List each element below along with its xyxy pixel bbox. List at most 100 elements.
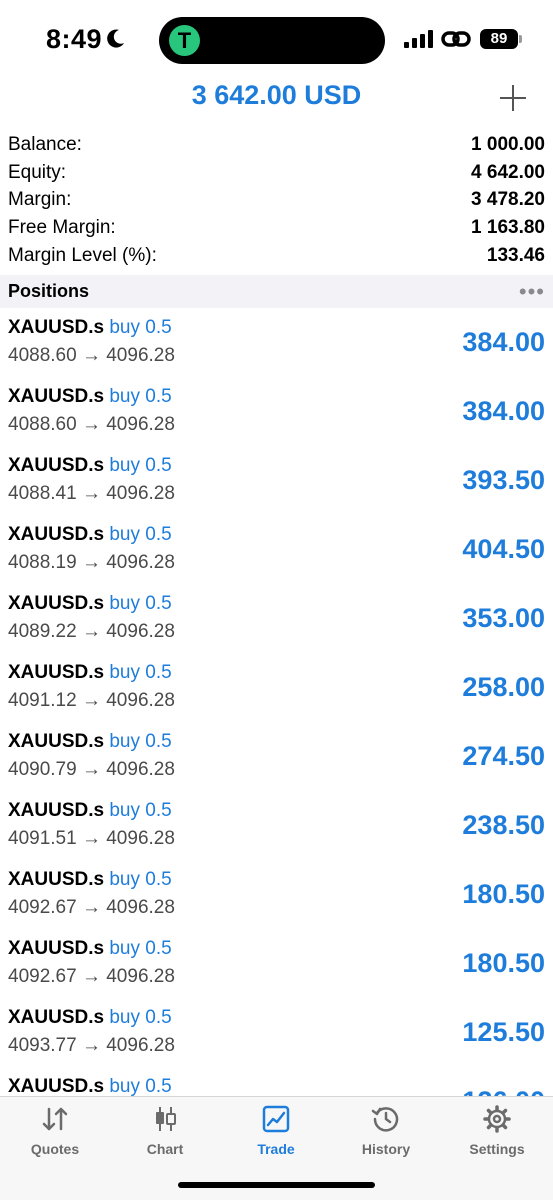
position-prices: 4092.67 → 4096.28 — [8, 897, 175, 918]
cellular-signal-icon — [404, 30, 433, 48]
position-title: XAUUSD.s buy 0.5 — [8, 800, 172, 822]
position-side: buy 0.5 — [109, 800, 172, 821]
position-prices: 4088.60 → 4096.28 — [8, 414, 175, 435]
position-side: buy 0.5 — [109, 386, 172, 407]
position-row[interactable]: XAUUSD.s buy 0.5 4088.19 → 4096.28 404.5… — [0, 515, 553, 584]
status-time: 8:49 — [46, 24, 103, 54]
position-side: buy 0.5 — [109, 938, 172, 959]
position-row[interactable]: XAUUSD.s buy 0.5 4092.67 → 4096.28 180.5… — [0, 860, 553, 929]
position-prices: 4091.12 → 4096.28 — [8, 690, 175, 711]
position-symbol: XAUUSD.s — [8, 1007, 105, 1028]
position-profit: 126.00 — [462, 1086, 545, 1096]
summary-value: 133.46 — [486, 244, 545, 266]
tether-logo-icon: T — [169, 25, 200, 56]
position-row[interactable]: XAUUSD.s buy 0.5 4091.51 → 4096.28 238.5… — [0, 791, 553, 860]
account-summary: Balance: 1 000.00 Equity: 4 642.00 Margi… — [0, 131, 553, 269]
position-side: buy 0.5 — [109, 317, 172, 338]
position-title: XAUUSD.s buy 0.5 — [8, 1007, 172, 1029]
tab-label: Chart — [146, 1141, 184, 1157]
position-title: XAUUSD.s buy 0.5 — [8, 386, 172, 408]
summary-row-balance: Balance: 1 000.00 — [0, 131, 553, 159]
position-title: XAUUSD.s buy 0.5 — [8, 524, 172, 546]
position-row[interactable]: XAUUSD.s buy 0.5 4089.22 → 4096.28 353.0… — [0, 584, 553, 653]
trade-chart-icon — [262, 1105, 290, 1133]
position-prices: 4091.51 → 4096.28 — [8, 828, 175, 849]
position-symbol: XAUUSD.s — [8, 317, 105, 338]
position-symbol: XAUUSD.s — [8, 938, 105, 959]
section-title: Positions — [8, 281, 90, 301]
position-symbol: XAUUSD.s — [8, 524, 105, 545]
plus-icon[interactable] — [500, 84, 528, 112]
position-symbol: XAUUSD.s — [8, 455, 105, 476]
quotes-icon — [42, 1107, 68, 1131]
more-icon[interactable]: ••• — [519, 280, 545, 303]
position-profit: 274.50 — [462, 741, 545, 771]
summary-row-margin: Margin: 3 478.20 — [0, 186, 553, 214]
position-profit: 125.50 — [462, 1017, 545, 1047]
summary-value: 4 642.00 — [471, 161, 545, 183]
position-row[interactable]: XAUUSD.s buy 0.5 4093.77 → 4096.28 125.5… — [0, 998, 553, 1067]
summary-row-equity: Equity: 4 642.00 — [0, 159, 553, 187]
dynamic-island[interactable]: T — [159, 17, 385, 64]
position-symbol: XAUUSD.s — [8, 731, 105, 752]
position-profit: 353.00 — [462, 603, 545, 633]
position-symbol: XAUUSD.s — [8, 869, 105, 890]
positions-list[interactable]: XAUUSD.s buy 0.5 4088.60 → 4096.28 384.0… — [0, 308, 553, 1096]
position-row[interactable]: XAUUSD.s buy 0.5 4092.67 → 4096.28 180.5… — [0, 929, 553, 998]
tab-chart[interactable]: Chart — [110, 1105, 220, 1165]
moon-icon — [107, 29, 124, 48]
position-symbol: XAUUSD.s — [8, 662, 105, 683]
tab-label: Settings — [469, 1141, 525, 1157]
position-side: buy 0.5 — [109, 1076, 172, 1096]
tab-label: Quotes — [30, 1141, 80, 1157]
position-prices: 4093.77 → 4096.28 — [8, 1035, 175, 1056]
summary-label: Free Margin: — [8, 216, 116, 238]
summary-row-margin-level: Margin Level (%): 133.46 — [0, 242, 553, 270]
position-title: XAUUSD.s buy 0.5 — [8, 455, 172, 477]
positions-section-header: Positions ••• — [0, 275, 553, 308]
tab-label: Trade — [257, 1141, 295, 1157]
position-side: buy 0.5 — [109, 524, 172, 545]
position-symbol: XAUUSD.s — [8, 386, 105, 407]
position-row[interactable]: XAUUSD.s buy 0.5 4088.41 → 4096.28 393.5… — [0, 446, 553, 515]
position-prices: 4089.22 → 4096.28 — [8, 621, 175, 642]
summary-value: 1 163.80 — [471, 216, 545, 238]
position-title: XAUUSD.s buy 0.5 — [8, 593, 172, 615]
position-profit: 238.50 — [462, 810, 545, 840]
history-icon — [371, 1107, 399, 1132]
position-profit: 384.00 — [462, 396, 545, 426]
tab-settings[interactable]: Settings — [442, 1105, 552, 1165]
page-title: 3 642.00 USD — [191, 80, 362, 110]
position-row[interactable]: XAUUSD.s buy 0.5 4090.79 → 4096.28 274.5… — [0, 722, 553, 791]
status-bar: 8:49 T 89 — [0, 0, 553, 78]
tab-trade[interactable]: Trade — [221, 1105, 331, 1165]
position-profit: 180.50 — [462, 879, 545, 909]
gear-icon — [483, 1105, 511, 1133]
tab-quotes[interactable]: Quotes — [0, 1105, 110, 1165]
position-row[interactable]: XAUUSD.s buy 0.5 4088.60 → 4096.28 384.0… — [0, 377, 553, 446]
battery-icon: 89 — [480, 29, 518, 49]
position-title: XAUUSD.s buy 0.5 — [8, 317, 172, 339]
position-profit: 384.00 — [462, 327, 545, 357]
tab-history[interactable]: History — [331, 1105, 441, 1165]
summary-label: Balance: — [8, 133, 82, 155]
position-side: buy 0.5 — [109, 1007, 172, 1028]
summary-label: Equity: — [8, 161, 67, 183]
summary-label: Margin: — [8, 189, 72, 211]
position-row[interactable]: XAUUSD.s buy 0.5 4091.12 → 4096.28 258.0… — [0, 653, 553, 722]
position-row[interactable]: XAUUSD.s buy 0.5 126.00 — [0, 1067, 553, 1096]
position-title: XAUUSD.s buy 0.5 — [8, 662, 172, 684]
personal-hotspot-icon — [441, 31, 471, 47]
position-prices: 4090.79 → 4096.28 — [8, 759, 175, 780]
position-side: buy 0.5 — [109, 455, 172, 476]
position-side: buy 0.5 — [109, 662, 172, 683]
position-side: buy 0.5 — [109, 869, 172, 890]
position-side: buy 0.5 — [109, 731, 172, 752]
home-indicator[interactable] — [178, 1182, 375, 1188]
summary-value: 3 478.20 — [471, 189, 545, 211]
position-prices: 4088.19 → 4096.28 — [8, 552, 175, 573]
summary-row-free-margin: Free Margin: 1 163.80 — [0, 214, 553, 242]
position-profit: 180.50 — [462, 948, 545, 978]
position-row[interactable]: XAUUSD.s buy 0.5 4088.60 → 4096.28 384.0… — [0, 308, 553, 377]
position-title: XAUUSD.s buy 0.5 — [8, 869, 172, 891]
